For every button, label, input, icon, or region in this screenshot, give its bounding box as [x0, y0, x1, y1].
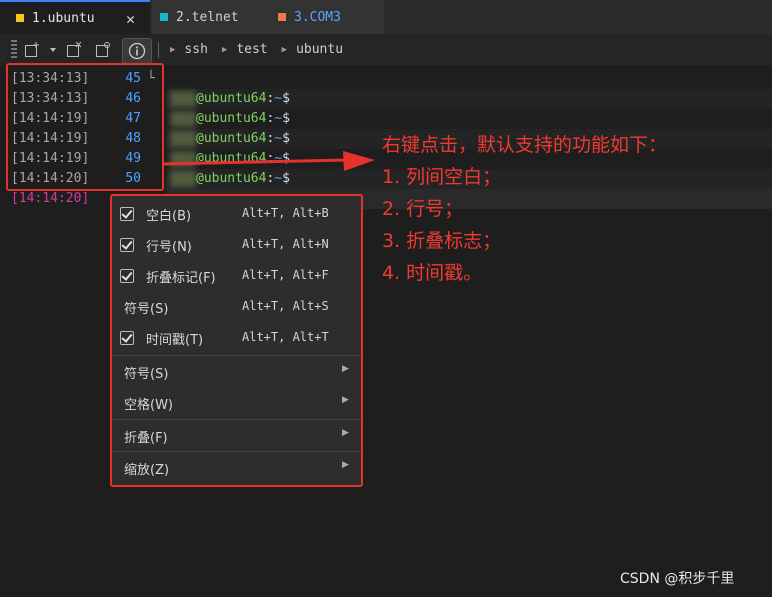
session-color-icon [16, 14, 24, 22]
chevron-right-icon: ▶ [221, 45, 228, 55]
annotation-item: 4. 时间戳。 [382, 262, 483, 284]
checkbox-checked-icon [120, 331, 134, 345]
annotation-item: 3. 折叠标志； [382, 230, 502, 252]
toolbar-divider [158, 42, 159, 58]
menu-item-fold-marks[interactable]: 折叠标记(F) Alt+T, Alt+F [112, 261, 361, 292]
session-options-icon[interactable] [95, 40, 111, 60]
menu-divider [112, 451, 361, 452]
tab-label: 3.COM3 [294, 9, 341, 25]
tab-bar: 1.ubuntu ✕ 2.telnet 3.COM3 [0, 0, 772, 34]
submenu-whitespace[interactable]: 空格(W) ▶ [112, 388, 361, 419]
annotation-item: 2. 行号； [382, 198, 464, 220]
context-menu: 空白(B) Alt+T, Alt+B 行号(N) Alt+T, Alt+N 折叠… [110, 194, 363, 487]
shell-prompt: @ubuntu64:~$ [196, 91, 290, 106]
annotation-title: 右键点击，默认支持的功能如下： [382, 134, 668, 156]
redacted-username [170, 91, 196, 107]
session-color-icon [160, 13, 168, 21]
info-icon[interactable] [122, 38, 152, 64]
breadcrumb-item[interactable]: ▶ ssh [170, 42, 208, 57]
annotation-item: 1. 列间空白； [382, 166, 502, 188]
breadcrumb-item[interactable]: ▶ test [222, 42, 268, 57]
tab-label: 2.telnet [176, 9, 239, 25]
submenu-symbols[interactable]: 符号(S) ▶ [112, 357, 361, 388]
shell-prompt: @ubuntu64:~$ [196, 111, 290, 126]
tab-ubuntu[interactable]: 1.ubuntu ✕ [0, 0, 150, 34]
timestamp: [14:14:20] [11, 191, 90, 206]
menu-item-timestamp[interactable]: 时间戳(T) Alt+T, Alt+T [112, 323, 361, 354]
session-color-icon [278, 13, 286, 21]
checkbox-checked-icon [120, 207, 134, 221]
chevron-right-icon: ▶ [342, 428, 349, 438]
checkbox-checked-icon [120, 238, 134, 252]
menu-item-symbols[interactable]: 符号(S) Alt+T, Alt+S [112, 292, 361, 323]
gutter-highlight-box [6, 63, 164, 191]
close-session-icon[interactable] [66, 40, 82, 60]
redacted-username [170, 111, 196, 127]
tab-telnet[interactable]: 2.telnet [152, 0, 274, 34]
arrow-right-icon [163, 151, 375, 171]
submenu-zoom[interactable]: 缩放(Z) ▶ [112, 453, 361, 484]
watermark: CSDN @积步千里 [620, 571, 735, 587]
redacted-username [170, 131, 196, 147]
chevron-right-icon: ▶ [342, 460, 349, 470]
menu-divider [112, 419, 361, 420]
toolbar-grip-icon[interactable] [11, 40, 17, 60]
chevron-right-icon: ▶ [170, 45, 176, 55]
menu-item-line-numbers[interactable]: 行号(N) Alt+T, Alt+N [112, 230, 361, 261]
menu-item-whitespace[interactable]: 空白(B) Alt+T, Alt+B [112, 199, 361, 230]
chevron-right-icon: ▶ [342, 395, 349, 405]
chevron-right-icon: ▶ [281, 45, 288, 55]
breadcrumb-item[interactable]: ▶ ubuntu [282, 42, 343, 57]
chevron-right-icon: ▶ [342, 364, 349, 374]
submenu-folding[interactable]: 折叠(F) ▶ [112, 421, 361, 452]
breadcrumb: ▶ ssh ▶ test ▶ ubuntu [170, 42, 343, 57]
close-icon[interactable]: ✕ [126, 10, 135, 28]
menu-divider [112, 355, 361, 356]
checkbox-checked-icon [120, 269, 134, 283]
tab-label: 1.ubuntu [32, 10, 95, 26]
tab-com3[interactable]: 3.COM3 [268, 0, 384, 34]
chevron-down-icon[interactable] [48, 40, 58, 60]
new-session-icon[interactable] [24, 40, 40, 60]
shell-prompt: @ubuntu64:~$ [196, 131, 290, 146]
